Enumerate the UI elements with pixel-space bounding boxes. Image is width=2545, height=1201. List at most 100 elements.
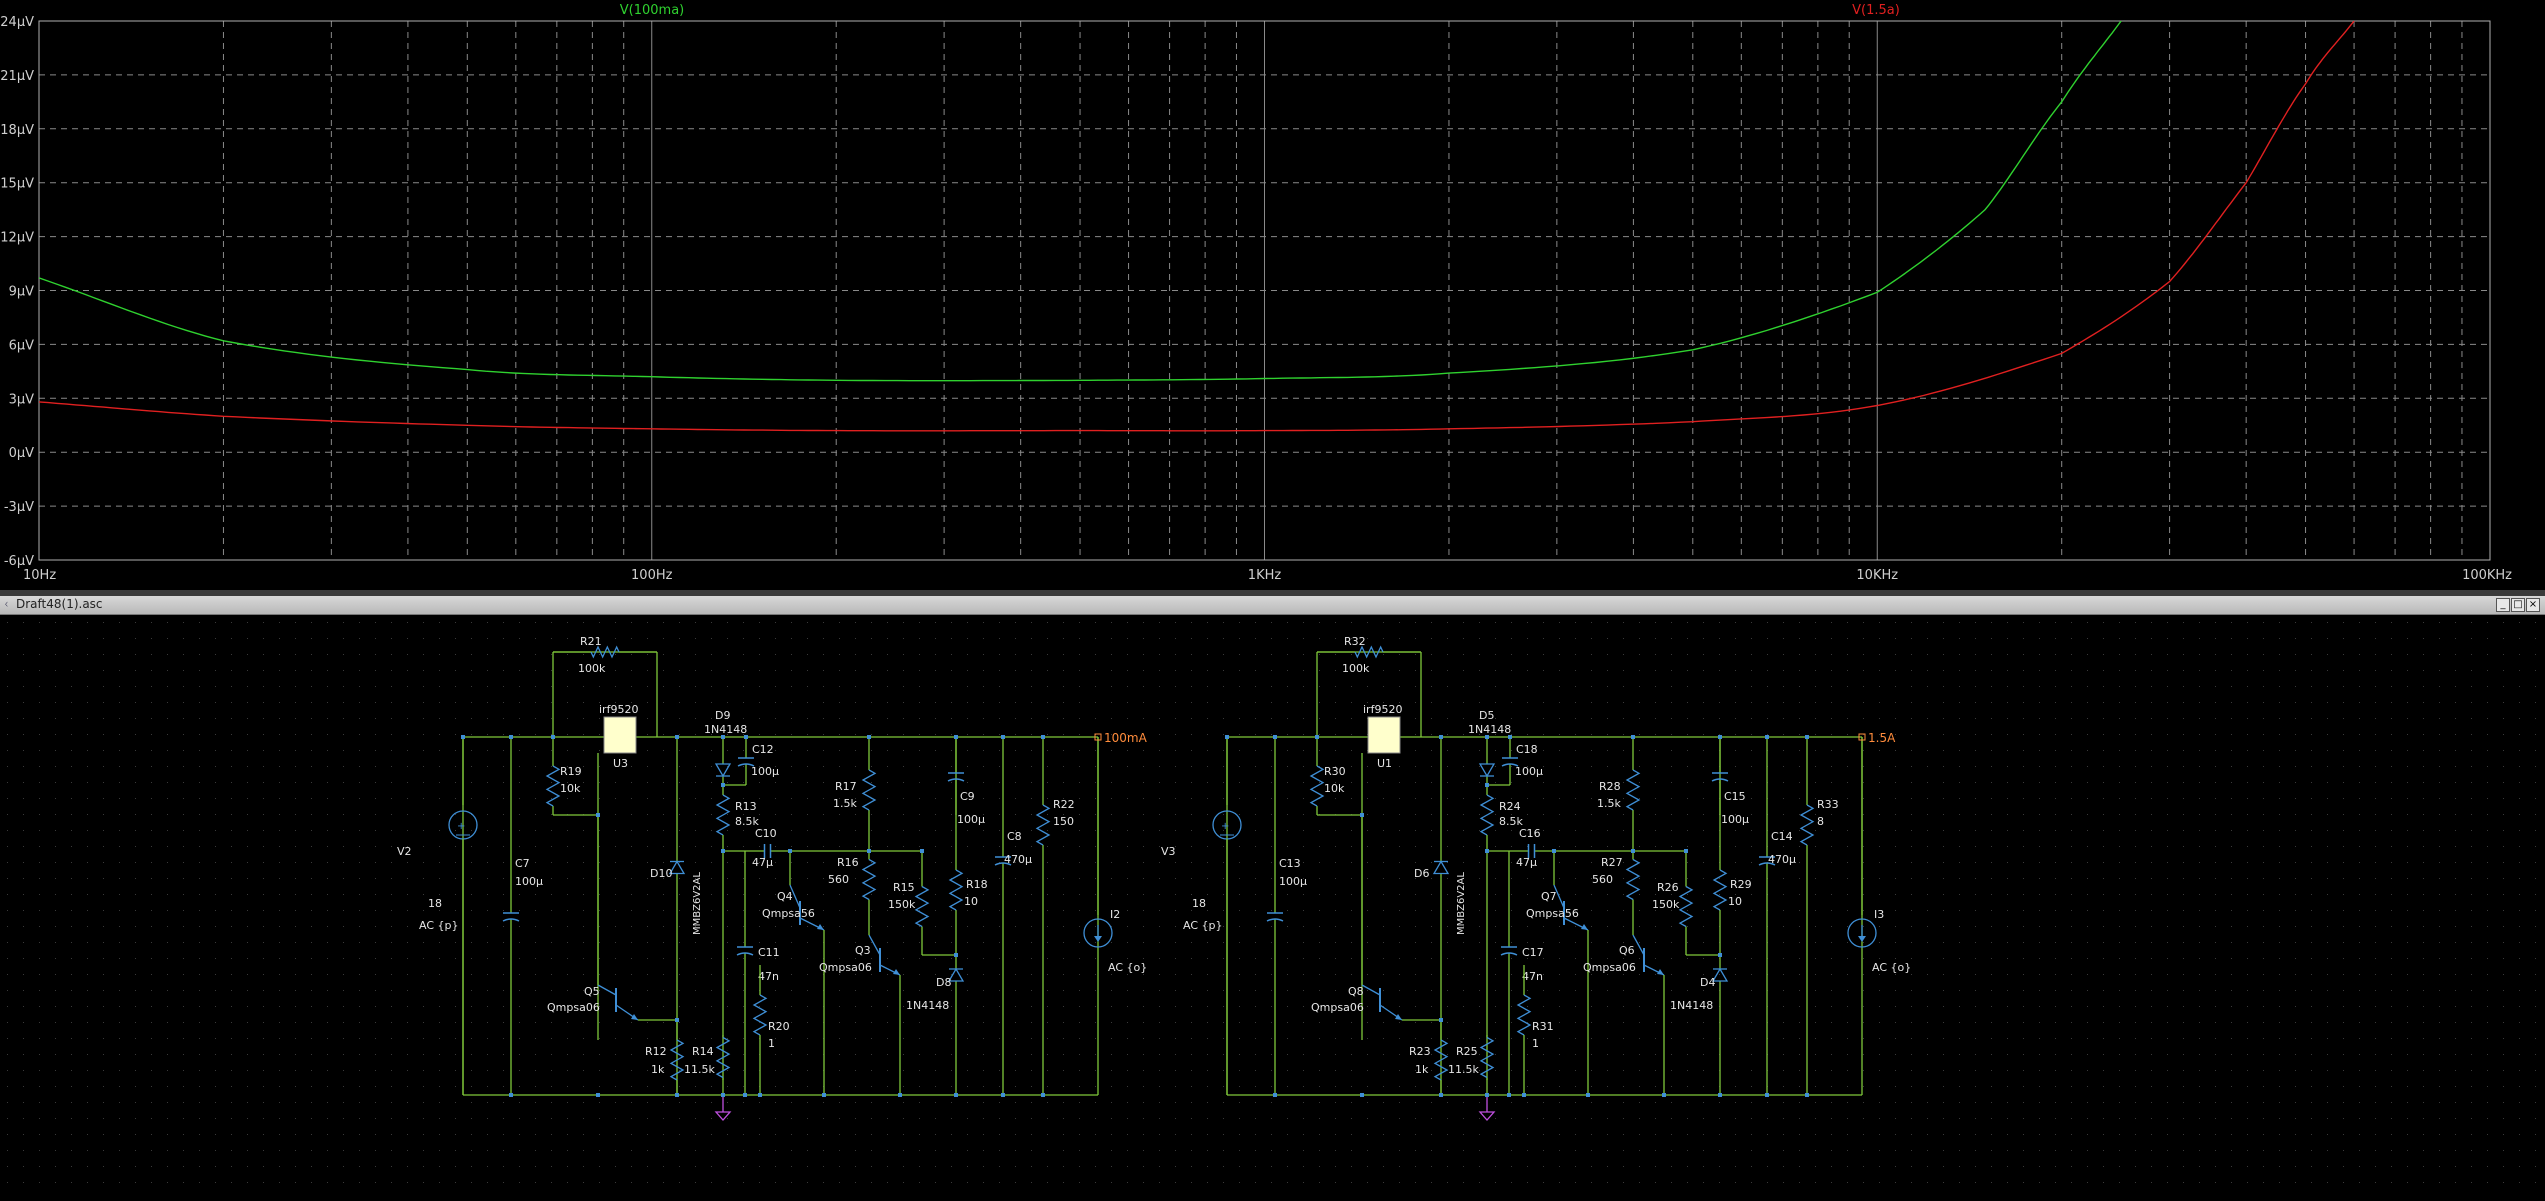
wire-junction — [596, 1093, 600, 1097]
wire-junction — [509, 735, 513, 739]
component-label: R22 — [1053, 798, 1075, 811]
schematic-canvas[interactable]: R21100kirf9520U3R1910k+V218AC {p}C7100µD… — [0, 615, 2545, 1197]
component-label: R16 — [837, 856, 859, 869]
component-label: 150 — [1053, 815, 1074, 828]
component-label: R26 — [1657, 881, 1679, 894]
waveform-plot-pane[interactable]: 24µV 21µV 18µV 15µV 12µV 9µV 6µV 3µV 0µV -3µV -6µV… — [0, 0, 2545, 590]
component-label: 150k — [1652, 898, 1680, 911]
component-label: 1N4148 — [1670, 999, 1713, 1012]
component-label: 11.5k — [684, 1063, 715, 1076]
y-tick-label: -6µV — [4, 554, 34, 569]
component-label: R32 — [1344, 635, 1366, 648]
wire-junction — [867, 849, 871, 853]
close-button[interactable]: × — [2526, 598, 2540, 612]
y-tick-label: 3µV — [9, 392, 35, 407]
wire-junction — [721, 849, 725, 853]
component-label: 47n — [758, 970, 779, 983]
wire-junction — [1586, 1093, 1590, 1097]
net-label-output[interactable]: 1.5A — [1868, 731, 1896, 745]
wire-junction — [1718, 1093, 1722, 1097]
component-label: R14 — [692, 1045, 714, 1058]
component-label: 1k — [1415, 1063, 1429, 1076]
component-label: R15 — [893, 881, 915, 894]
wire-junction — [744, 735, 748, 739]
component-label: 560 — [828, 873, 849, 886]
y-tick-label: 18µV — [0, 123, 34, 138]
wire-junction — [1485, 783, 1489, 787]
wire-junction — [1718, 735, 1722, 739]
component-label: I3 — [1874, 908, 1884, 921]
component-label: 1k — [651, 1063, 665, 1076]
component-label: V2 — [397, 845, 412, 858]
schematic-editor[interactable]: R21 100k irf9520 U3 R19 10k + V2 18 AC {p} C7 100µ D… — [0, 615, 2545, 1197]
mosfet-u3[interactable] — [1367, 716, 1401, 754]
x-tick-label: 10KHz — [1856, 568, 1898, 583]
y-tick-label: -3µV — [4, 500, 34, 515]
component-label: Q5 — [584, 985, 600, 998]
wire-junction — [461, 735, 465, 739]
component-label: 100µ — [1279, 875, 1307, 888]
window-title: Draft48(1).asc — [16, 597, 103, 611]
component-label: R25 — [1456, 1045, 1478, 1058]
component-label: 100µ — [515, 875, 543, 888]
component-label: R13 — [735, 800, 757, 813]
wire-junction — [1315, 735, 1319, 739]
y-tick-label: 6µV — [9, 338, 35, 353]
mosfet-u3[interactable] — [603, 716, 637, 754]
component-label: 1N4148 — [704, 723, 747, 736]
wire-junction — [1508, 735, 1512, 739]
wire-junction — [1001, 1093, 1005, 1097]
trace-label[interactable]: V(1.5a) — [1852, 3, 1900, 18]
component-label: U3 — [613, 757, 628, 770]
waveform-chart[interactable]: 24µV 21µV 18µV 15µV 12µV 9µV 6µV 3µV 0µV -3µV -6µV… — [0, 0, 2545, 590]
component-label: AC {p} — [1183, 919, 1223, 932]
component-label: C11 — [758, 946, 780, 959]
wire-junction — [1522, 1093, 1526, 1097]
wire-junction — [788, 849, 792, 853]
component-label: R19 — [560, 765, 582, 778]
component-label: R12 — [645, 1045, 667, 1058]
wire-junction — [1485, 849, 1489, 853]
wire-junction — [1631, 735, 1635, 739]
series-line[interactable] — [39, 21, 2355, 432]
y-tick-label: 24µV — [0, 15, 34, 30]
component-label: R20 — [768, 1020, 790, 1033]
wire-junction — [675, 1018, 679, 1022]
component-label: 1 — [1532, 1037, 1539, 1050]
schematic-window-titlebar[interactable]: ᚲ Draft48(1).asc _ □ × — [0, 596, 2545, 615]
component-label: 10k — [560, 782, 581, 795]
component-label: R18 — [966, 878, 988, 891]
trace-label[interactable]: V(100ma) — [620, 3, 684, 18]
x-tick-label: 100Hz — [631, 568, 673, 583]
minimize-button[interactable]: _ — [2496, 598, 2510, 612]
component-label: R24 — [1499, 800, 1521, 813]
component-label: irf9520 — [1363, 703, 1402, 716]
component-label: D10 — [650, 867, 672, 880]
wire-junction — [1631, 849, 1635, 853]
wire-junction — [1718, 953, 1722, 957]
component-label: Qmpsa06 — [1583, 961, 1636, 974]
component-label: AC {p} — [419, 919, 459, 932]
wire-junction — [1439, 1018, 1443, 1022]
y-tick-label: 12µV — [0, 231, 34, 246]
component-label: Q3 — [855, 944, 871, 957]
component-label: R23 — [1409, 1045, 1431, 1058]
wire-junction — [1225, 735, 1229, 739]
component-label: C7 — [515, 857, 530, 870]
restore-button[interactable]: □ — [2511, 598, 2525, 612]
x-tick-label: 1KHz — [1248, 568, 1282, 583]
component-label: 100µ — [1515, 765, 1543, 778]
wire-junction — [1360, 813, 1364, 817]
wire-junction — [1805, 1093, 1809, 1097]
wire-junction — [1765, 735, 1769, 739]
wire-junction — [675, 735, 679, 739]
component-label: D9 — [715, 709, 730, 722]
y-tick-label: 0µV — [9, 446, 35, 461]
app-icon: ᚲ — [3, 598, 10, 611]
wire-junction — [509, 1093, 513, 1097]
net-label-output[interactable]: 100mA — [1104, 731, 1148, 745]
wire-junction — [920, 849, 924, 853]
wire-junction — [721, 735, 725, 739]
component-label: 100µ — [751, 765, 779, 778]
zener-part-label: MMBZ6V2AL — [692, 872, 703, 935]
